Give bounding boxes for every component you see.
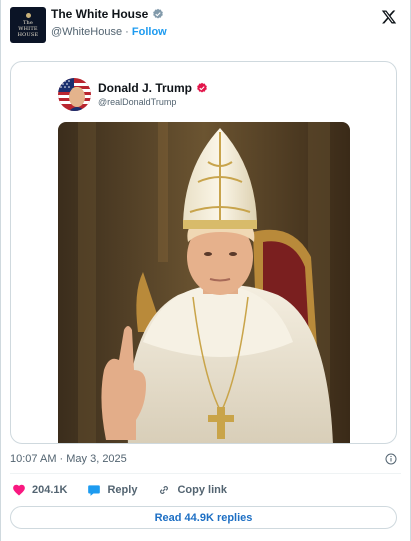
quoted-post[interactable]: Donald J. Trump @realDonaldTrump (10, 61, 397, 444)
post-actions: 204.1K Reply Copy link (12, 482, 247, 498)
trump-avatar[interactable] (58, 78, 91, 111)
post-timestamp[interactable]: 10:07 AM · May 3, 2025 (10, 453, 127, 465)
info-icon[interactable] (385, 453, 397, 465)
embedded-post-card: The WHITE HOUSE The White House @WhiteHo… (0, 0, 411, 541)
trump-avatar-image (58, 78, 91, 111)
reply-bubble-icon (88, 485, 101, 496)
author-handle[interactable]: @WhiteHouse (51, 26, 122, 38)
separator-dot: · (125, 26, 129, 38)
seal-icon (25, 12, 31, 18)
white-house-avatar[interactable]: The WHITE HOUSE (10, 7, 46, 43)
verified-badge-icon (197, 82, 207, 93)
avatar-text-line: HOUSE (17, 31, 39, 38)
follow-button[interactable]: Follow (132, 26, 167, 38)
author-handle-line: @WhiteHouse · Follow (51, 26, 167, 38)
like-button[interactable]: 204.1K (12, 483, 67, 497)
like-count: 204.1K (32, 484, 68, 496)
reply-button[interactable]: Reply (87, 483, 137, 497)
divider (10, 473, 401, 474)
verified-badge-icon (153, 8, 164, 19)
read-replies-button[interactable]: Read 44.9K replies (10, 506, 397, 529)
author-name[interactable]: The White House (51, 7, 148, 21)
quoted-author-name-line: Donald J. Trump (98, 81, 208, 95)
post-header: The WHITE HOUSE The White House @WhiteHo… (10, 7, 401, 43)
copy-link-button[interactable]: Copy link (157, 483, 227, 497)
quoted-post-photo[interactable] (58, 122, 350, 443)
quoted-author-name[interactable]: Donald J. Trump (98, 81, 192, 95)
quoted-author-handle[interactable]: @realDonaldTrump (98, 97, 176, 107)
x-logo-icon[interactable] (381, 9, 397, 25)
reply-label: Reply (107, 484, 138, 496)
copy-link-label: Copy link (177, 484, 227, 496)
author-name-line: The White House (51, 7, 164, 21)
pope-portrait-image (58, 122, 350, 443)
link-icon (160, 486, 169, 494)
heart-icon (13, 484, 25, 496)
